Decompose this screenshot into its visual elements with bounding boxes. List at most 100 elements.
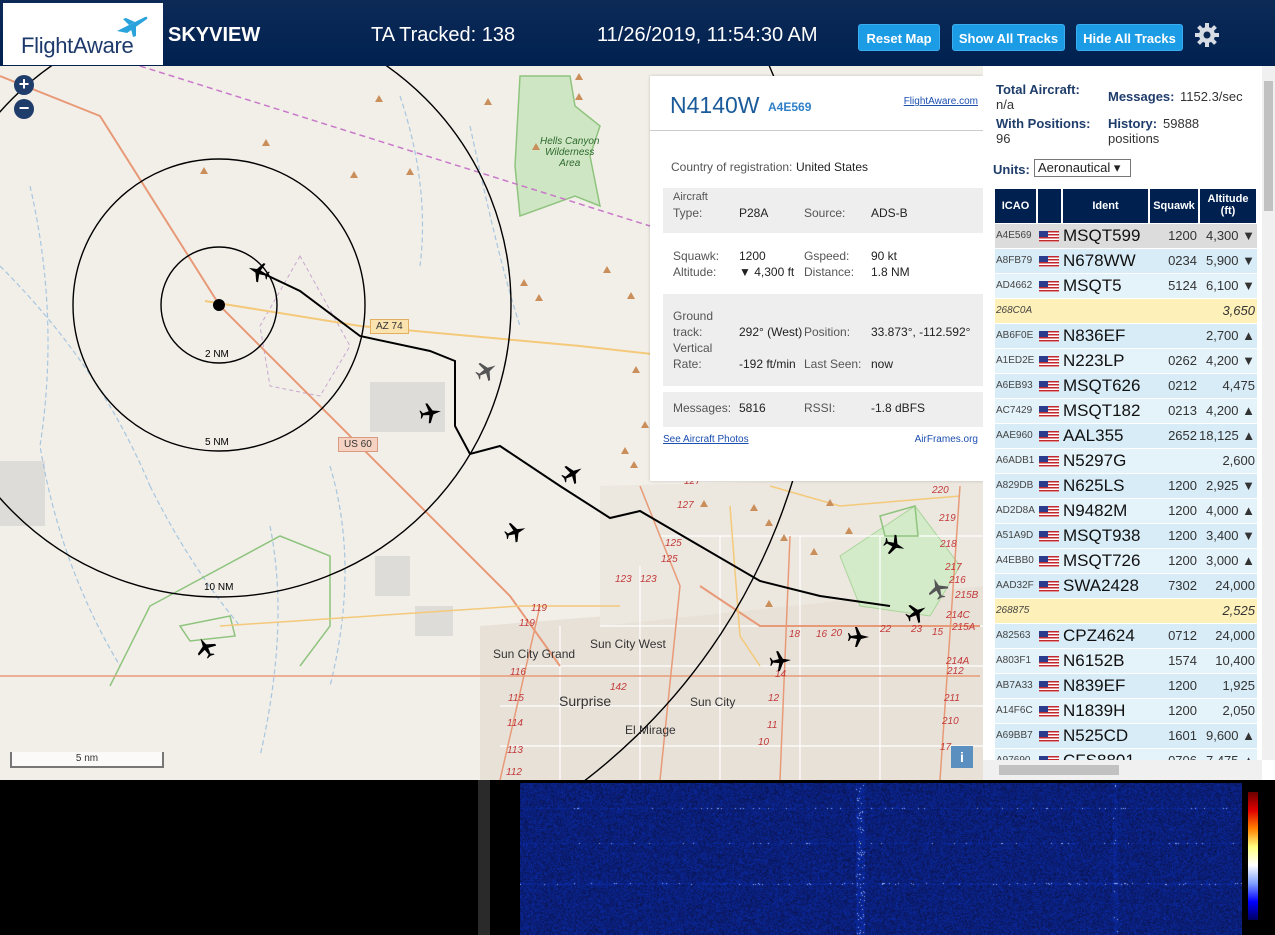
table-row[interactable]: A8FB79 N678WW 0234 5,900 ▼	[995, 249, 1257, 274]
zoom-out-button[interactable]: −	[14, 99, 34, 119]
table-row[interactable]: A82563 CPZ4624 0712 24,000	[995, 624, 1257, 649]
us-flag-icon	[1039, 381, 1059, 392]
column-header-flag[interactable]	[1038, 189, 1062, 223]
plane-logo-icon	[117, 16, 148, 37]
table-row[interactable]: A51A9D MSQT938 1200 3,400 ▼	[995, 524, 1257, 549]
table-row[interactable]: A4E569 MSQT599 1200 4,300 ▼	[995, 224, 1257, 249]
us-flag-icon	[1039, 481, 1059, 492]
us-flag-icon	[1039, 356, 1059, 367]
last-seen-value: now	[871, 357, 894, 371]
aircraft-marker[interactable]	[417, 400, 443, 426]
gspeed-label: Gspeed:	[804, 249, 850, 263]
table-row[interactable]: 268C0A 3,650	[995, 299, 1257, 324]
aircraft-photos-link[interactable]: See Aircraft Photos	[663, 434, 749, 445]
vertical-scrollbar[interactable]	[1262, 66, 1275, 760]
table-row[interactable]: AC7429 MSQT182 0213 4,200 ▲	[995, 399, 1257, 424]
spectrum-divider[interactable]	[478, 780, 490, 935]
aircraft-marker[interactable]	[559, 461, 585, 487]
cell-squawk	[1147, 299, 1197, 323]
table-row[interactable]: AB6F0E N836EF 2,700 ▲	[995, 324, 1257, 349]
cell-icao: A6ADB1	[996, 455, 1035, 466]
cell-flag	[1039, 649, 1059, 673]
cell-altitude: 1,925	[1222, 678, 1255, 693]
cell-ident: MSQT182	[1063, 401, 1141, 420]
cell-ident: N678WW	[1063, 251, 1136, 270]
cell-ident	[1063, 599, 1151, 623]
table-row[interactable]: A803F1 N6152B 1574 10,400	[995, 649, 1257, 674]
cell-icao: A803F1	[996, 655, 1032, 666]
column-header-squawk[interactable]: Squawk	[1150, 189, 1199, 223]
cell-squawk: 0262	[1168, 353, 1197, 368]
cell-icao: A82563	[996, 630, 1031, 641]
table-row[interactable]: A69BB7 N525CD 1601 9,600 ▲	[995, 724, 1257, 749]
history-label: History:	[1108, 116, 1158, 131]
waterfall-display	[520, 783, 1242, 935]
scale-bar: 5 nm	[10, 752, 164, 768]
cell-icao: AD4662	[996, 280, 1033, 291]
aircraft-marker[interactable]	[881, 532, 907, 558]
cell-flag	[1039, 674, 1059, 698]
aircraft-marker-selected[interactable]	[246, 259, 272, 285]
aircraft-marker[interactable]	[767, 648, 793, 674]
cell-icao: AB7A33	[996, 680, 1033, 691]
scrollbar-thumb[interactable]	[1264, 81, 1273, 211]
vertical-rate-value: -192 ft/min	[739, 357, 796, 371]
column-header-icao[interactable]: ICAO	[995, 189, 1037, 223]
cell-squawk: 1574	[1168, 653, 1197, 668]
cell-flag	[1039, 324, 1059, 348]
position-value: 33.873°, -112.592°	[871, 325, 971, 339]
cell-flag	[1039, 249, 1059, 273]
source-value: ADS-B	[871, 206, 908, 220]
cell-altitude: 9,600 ▲	[1205, 728, 1255, 743]
table-row[interactable]: A829DB N625LS 1200 2,925 ▼	[995, 474, 1257, 499]
aircraft-marker[interactable]	[193, 635, 219, 661]
table-row[interactable]: A14F6C N1839H 1200 2,050	[995, 699, 1257, 724]
history-value: 59888	[1163, 116, 1200, 131]
app-title: SKYVIEW	[168, 24, 261, 46]
table-row[interactable]: AAE960 AAL355 2652 18,125 ▲	[995, 424, 1257, 449]
cell-flag	[1039, 724, 1059, 748]
table-row[interactable]: AAD32F SWA2428 7302 24,000	[995, 574, 1257, 599]
table-row[interactable]: A6EB93 MSQT626 0212 4,475	[995, 374, 1257, 399]
column-header-altitude[interactable]: Altitude (ft)	[1200, 189, 1257, 223]
table-row[interactable]: AD4662 MSQT5 5124 6,100 ▼	[995, 274, 1257, 299]
table-row[interactable]: A6ADB1 N5297G 2,600	[995, 449, 1257, 474]
column-header-ident[interactable]: Ident	[1063, 189, 1149, 223]
cell-squawk	[1147, 599, 1197, 623]
aircraft-type-label: Aircraft	[673, 191, 708, 203]
cell-squawk	[1147, 449, 1197, 473]
cell-ident	[1063, 299, 1151, 323]
cell-icao: 268C0A	[996, 305, 1033, 316]
show-all-tracks-button[interactable]: Show All Tracks	[952, 24, 1065, 51]
table-row[interactable]: A4EBB0 MSQT726 1200 3,000 ▲	[995, 549, 1257, 574]
cell-altitude: 2,525	[1222, 603, 1255, 618]
table-row[interactable]: A1ED2E N223LP 0262 4,200 ▼	[995, 349, 1257, 374]
aircraft-marker[interactable]	[845, 624, 871, 650]
us-flag-icon	[1039, 431, 1059, 442]
aircraft-marker[interactable]	[925, 576, 951, 602]
flightaware-link[interactable]: FlightAware.com	[904, 96, 978, 107]
reset-map-button[interactable]: Reset Map	[858, 24, 940, 51]
cell-flag	[1039, 474, 1059, 498]
units-select[interactable]: Aeronautical ▾	[1034, 159, 1131, 177]
table-row[interactable]: AD2D8A N9482M 1200 4,000 ▲	[995, 499, 1257, 524]
info-button[interactable]: i	[951, 746, 973, 768]
cell-ident: MSQT626	[1063, 376, 1141, 395]
cell-squawk: 1200	[1168, 553, 1197, 568]
flightaware-logo[interactable]: FlightAware	[3, 3, 163, 65]
cell-flag	[1039, 449, 1059, 473]
zoom-in-button[interactable]: +	[14, 75, 34, 95]
aircraft-marker[interactable]	[903, 600, 929, 626]
aircraft-marker[interactable]	[502, 519, 528, 545]
cell-flag	[1039, 374, 1059, 398]
scrollbar-thumb[interactable]	[999, 765, 1119, 775]
table-row[interactable]: AB7A33 N839EF 1200 1,925	[995, 674, 1257, 699]
airframes-link[interactable]: AirFrames.org	[915, 434, 978, 445]
horizontal-scrollbar[interactable]	[983, 760, 1262, 780]
gear-icon[interactable]	[1194, 22, 1220, 48]
aircraft-marker[interactable]	[473, 358, 499, 384]
hide-all-tracks-button[interactable]: Hide All Tracks	[1076, 24, 1183, 51]
table-row[interactable]: 268875 2,525	[995, 599, 1257, 624]
cell-altitude: 6,100 ▼	[1205, 278, 1255, 293]
cell-ident: N525CD	[1063, 726, 1129, 745]
